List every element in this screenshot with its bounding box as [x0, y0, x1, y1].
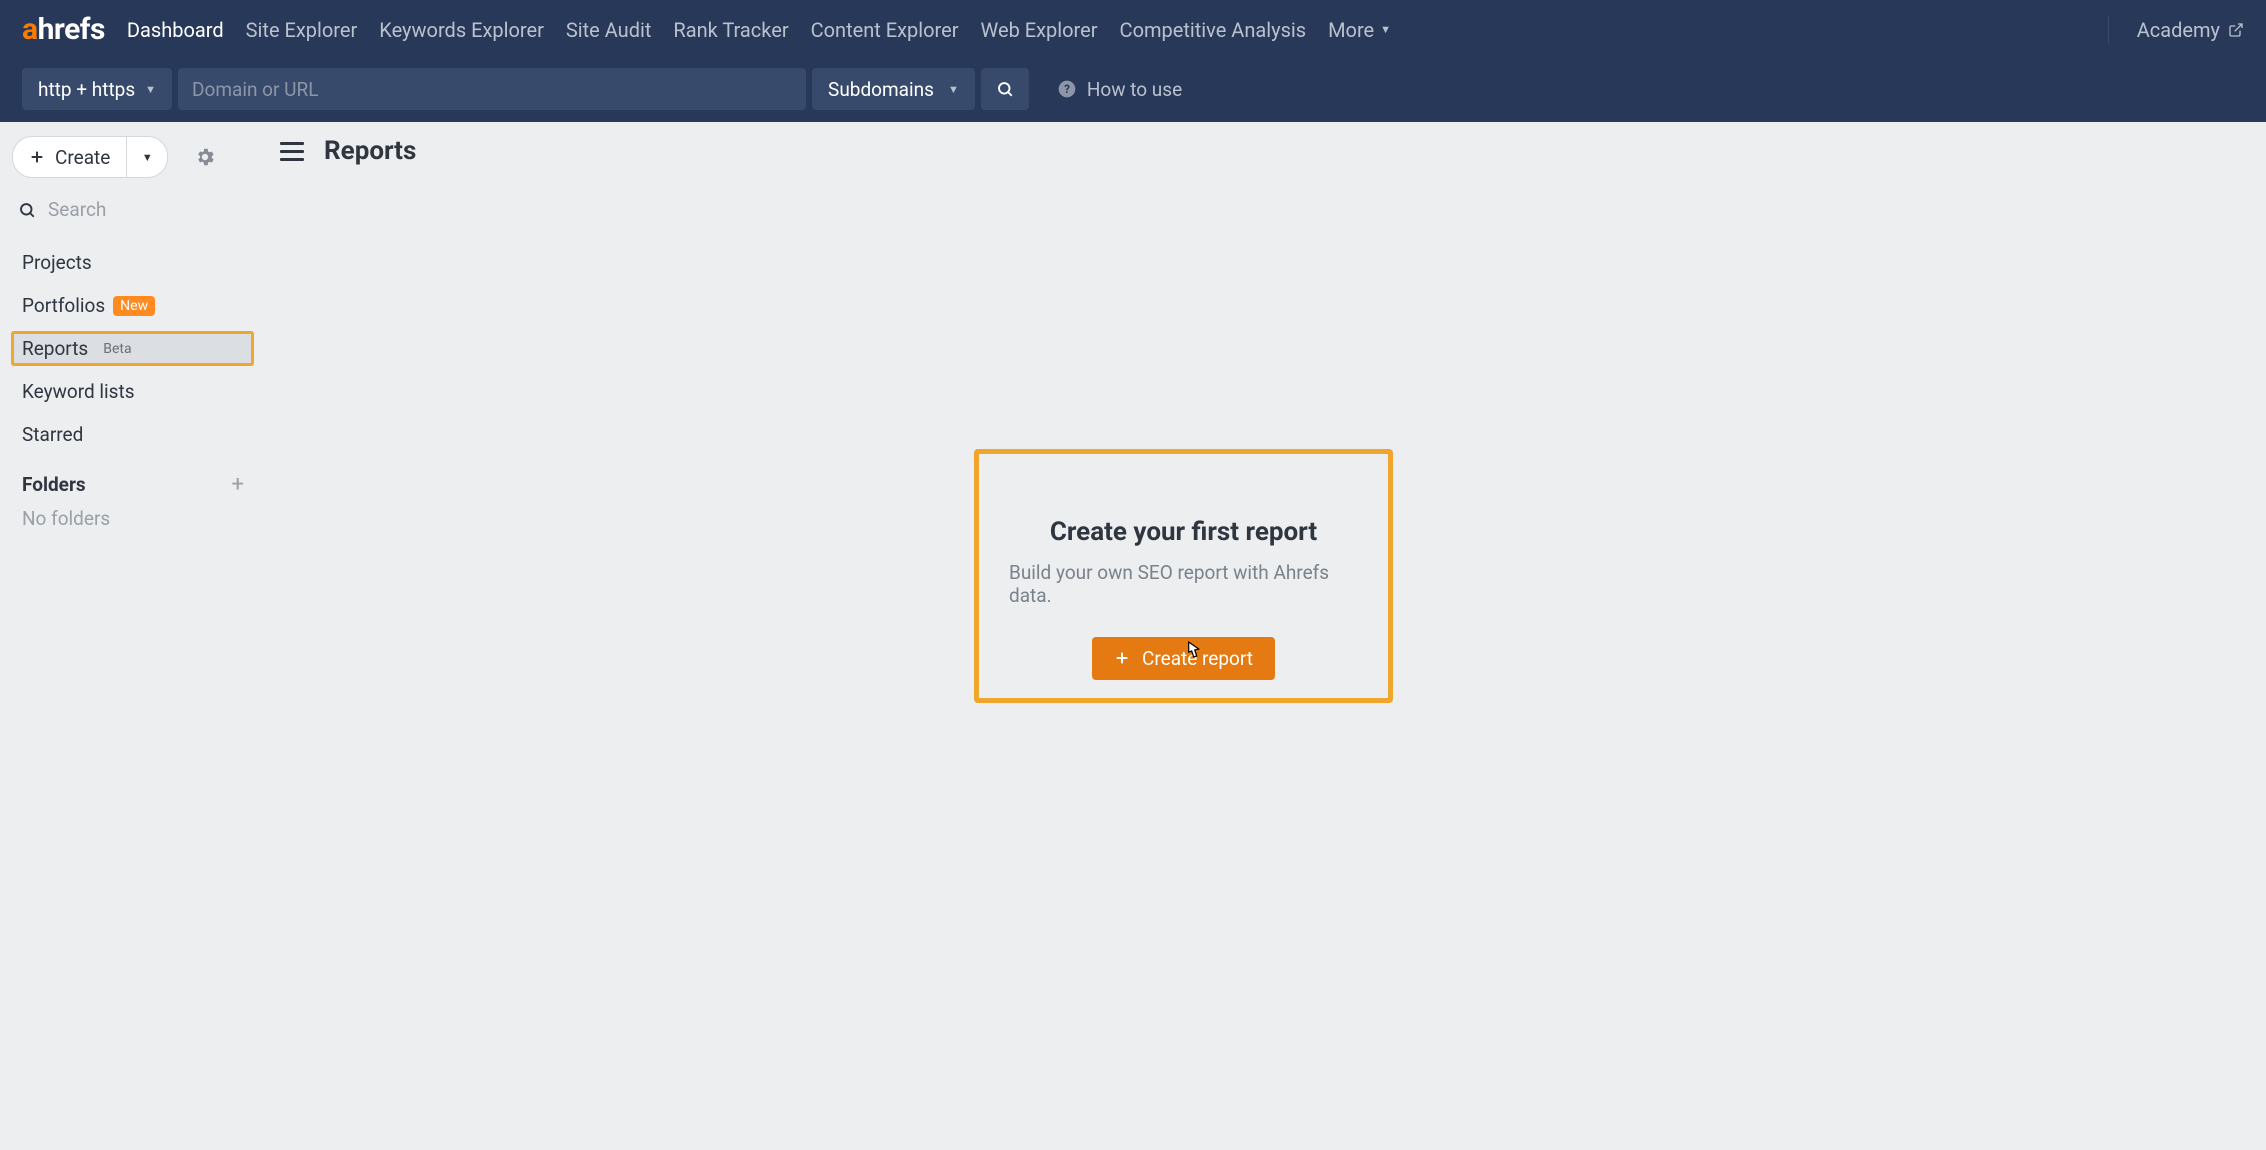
page-title: Reports [324, 136, 416, 166]
divider [2108, 16, 2109, 44]
gear-icon [194, 146, 216, 168]
empty-state-card: Create your first report Build your own … [974, 449, 1393, 703]
nav-keywords-explorer[interactable]: Keywords Explorer [379, 18, 544, 42]
create-dropdown[interactable]: ▼ [127, 137, 167, 177]
no-folders-text: No folders [10, 507, 250, 530]
search-icon [18, 201, 36, 219]
sidebar-item-keyword-lists[interactable]: Keyword lists [22, 374, 250, 409]
new-badge: New [113, 296, 155, 316]
plus-icon [1114, 650, 1130, 666]
chevron-down-icon: ▼ [142, 151, 153, 164]
nav-rank-tracker[interactable]: Rank Tracker [673, 18, 788, 42]
sidebar: Create ▼ Search Projects PortfoliosNew R… [0, 122, 260, 1150]
url-input[interactable] [178, 68, 806, 110]
search-toolbar: http + https▼ Subdomains▼ ? How to use [0, 59, 2266, 122]
protocol-dropdown[interactable]: http + https▼ [22, 68, 172, 110]
chevron-down-icon: ▼ [948, 83, 959, 96]
add-folder-button[interactable]: + [232, 472, 244, 497]
search-button[interactable] [981, 68, 1029, 110]
svg-text:?: ? [1064, 82, 1070, 96]
empty-subtitle: Build your own SEO report with Ahrefs da… [1009, 561, 1358, 607]
menu-toggle[interactable] [280, 142, 304, 161]
sidebar-list: Projects PortfoliosNew ReportsBeta Keywo… [10, 245, 250, 452]
nav-dashboard[interactable]: Dashboard [127, 18, 224, 42]
nav-site-explorer[interactable]: Site Explorer [246, 18, 358, 42]
external-link-icon [2228, 22, 2244, 38]
nav-academy[interactable]: Academy [2137, 18, 2244, 42]
help-icon: ? [1057, 79, 1077, 99]
sidebar-item-reports[interactable]: ReportsBeta [11, 331, 254, 366]
nav-competitive-analysis[interactable]: Competitive Analysis [1120, 18, 1307, 42]
cursor-icon [1180, 640, 1202, 666]
nav-content-explorer[interactable]: Content Explorer [811, 18, 959, 42]
search-placeholder: Search [48, 198, 106, 221]
mode-dropdown[interactable]: Subdomains▼ [812, 68, 975, 110]
sidebar-item-portfolios[interactable]: PortfoliosNew [22, 288, 250, 323]
search-icon [996, 80, 1014, 98]
beta-badge: Beta [96, 339, 138, 359]
plus-icon [29, 149, 45, 165]
nav-web-explorer[interactable]: Web Explorer [981, 18, 1098, 42]
top-nav: ahrefs Dashboard Site Explorer Keywords … [0, 0, 2266, 59]
create-button-group: Create ▼ [12, 136, 168, 178]
sidebar-item-starred[interactable]: Starred [22, 417, 250, 452]
content: Reports Create your first report Build y… [260, 122, 2266, 1150]
nav-site-audit[interactable]: Site Audit [566, 18, 652, 42]
how-to-use[interactable]: ? How to use [1057, 78, 1182, 101]
nav-more[interactable]: More▼ [1328, 18, 1391, 42]
settings-button[interactable] [194, 146, 216, 168]
empty-title: Create your first report [1050, 517, 1317, 547]
sidebar-search[interactable]: Search [10, 198, 250, 221]
main: Create ▼ Search Projects PortfoliosNew R… [0, 122, 2266, 1150]
nav-links: Dashboard Site Explorer Keywords Explore… [127, 18, 2080, 42]
folders-label: Folders [22, 473, 86, 496]
chevron-down-icon: ▼ [145, 83, 156, 96]
create-row: Create ▼ [10, 136, 250, 178]
logo[interactable]: ahrefs [22, 12, 105, 47]
chevron-down-icon: ▼ [1380, 23, 1391, 36]
page-head: Reports [280, 136, 2246, 166]
folders-heading: Folders + [10, 472, 250, 497]
sidebar-item-projects[interactable]: Projects [22, 245, 250, 280]
create-button[interactable]: Create [13, 137, 127, 177]
